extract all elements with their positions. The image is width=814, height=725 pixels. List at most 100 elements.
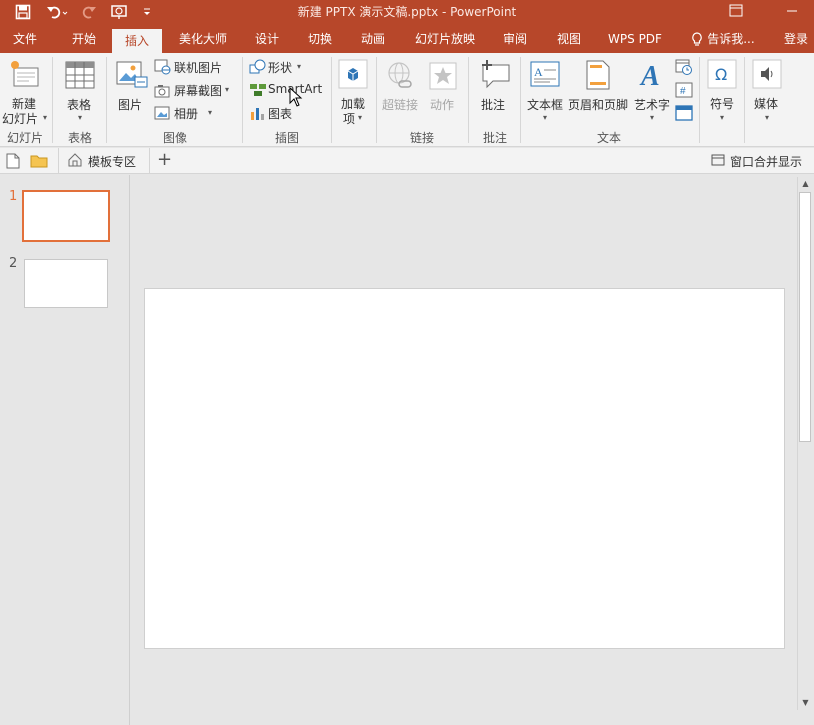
object-button[interactable]	[675, 104, 693, 122]
textbox-caret-icon: ▾	[543, 113, 548, 122]
online-picture-label: 联机图片	[174, 61, 223, 75]
group-separator	[699, 57, 700, 143]
group-label-text: 文本	[596, 131, 621, 145]
date-time-icon	[675, 59, 692, 75]
scroll-thumb[interactable]	[799, 192, 811, 442]
new-slide-icon	[11, 61, 39, 87]
group-separator	[520, 57, 521, 143]
group-label-tables: 表格	[67, 131, 92, 145]
slide-number-icon: #	[675, 82, 693, 98]
template-zone-tab[interactable]: 模板专区	[58, 148, 150, 174]
tab-view[interactable]: 视图	[548, 25, 590, 53]
vertical-scrollbar[interactable]: ▲ ▼	[797, 177, 812, 710]
wordart-button[interactable]: A 艺术字 ▾	[632, 57, 672, 127]
tell-me-search[interactable]: 告诉我...	[688, 25, 758, 53]
tab-slideshow[interactable]: 幻灯片放映	[408, 25, 482, 53]
login-link[interactable]: 登录	[778, 25, 814, 53]
tab-design[interactable]: 设计	[246, 25, 288, 53]
photo-album-icon	[154, 106, 170, 120]
new-slide-label-2: 幻灯片	[2, 112, 39, 126]
tab-insert[interactable]: 插入	[112, 29, 162, 53]
slide-canvas[interactable]	[144, 288, 785, 649]
textbox-button[interactable]: A 文本框 ▾	[525, 57, 567, 127]
header-footer-label: 页眉和页脚	[568, 98, 629, 112]
shapes-label: 形状	[268, 61, 293, 75]
addins-button[interactable]: 加载 项 ▾	[336, 57, 372, 127]
slide-number-2: 2	[9, 256, 18, 271]
minimize-icon[interactable]	[782, 2, 802, 20]
wordart-caret-icon: ▾	[650, 113, 655, 122]
mouse-cursor-icon	[289, 87, 303, 107]
omega-icon: Ω	[707, 59, 737, 89]
slide-thumbnail-pane: 1 2	[0, 175, 130, 725]
smartart-button[interactable]: SmartArt	[249, 81, 327, 101]
new-slide-button[interactable]: 新建 幻灯片 ▾	[2, 57, 47, 127]
scroll-down-icon[interactable]: ▼	[798, 696, 813, 710]
symbol-button[interactable]: Ω 符号 ▾	[704, 57, 740, 127]
ribbon-display-options-icon[interactable]	[726, 2, 746, 20]
chart-icon	[251, 108, 264, 120]
photo-album-label: 相册	[174, 107, 199, 121]
wordart-label: 艺术字	[634, 98, 671, 112]
slide-thumbnail-1[interactable]	[22, 190, 110, 242]
merge-window-button[interactable]: 窗口合并显示	[711, 153, 811, 171]
shapes-caret-icon: ▾	[297, 62, 302, 71]
slide-number-button[interactable]: #	[675, 81, 693, 99]
comment-button[interactable]: 批注	[475, 57, 515, 127]
tab-home[interactable]: 开始	[58, 25, 110, 53]
svg-text:Ω: Ω	[715, 65, 727, 84]
textbox-icon: A	[530, 61, 560, 87]
picture-icon	[116, 61, 148, 88]
hyperlink-button[interactable]: 超链接	[381, 57, 421, 127]
chart-button[interactable]: 图表	[249, 104, 305, 124]
textbox-label: 文本框	[527, 98, 564, 112]
screenshot-button[interactable]: 屏幕截图 ▾	[154, 81, 234, 101]
tab-beautify-master[interactable]: 美化大师	[170, 25, 236, 53]
media-caret-icon: ▾	[765, 113, 770, 122]
date-time-button[interactable]	[675, 58, 693, 76]
document-tab-bar: 模板专区 + 窗口合并显示	[0, 148, 814, 174]
photo-album-button[interactable]: 相册 ▾	[154, 104, 216, 124]
lightbulb-icon	[692, 32, 703, 46]
slide-number-1: 1	[9, 189, 18, 204]
smartart-icon	[250, 84, 266, 96]
action-star-icon	[429, 62, 457, 90]
ribbon-tabs: 文件 开始 插入 美化大师 设计 切换 动画 幻灯片放映 审阅 视图 WPS P…	[0, 25, 814, 53]
title-bar: 新建 PPTX 演示文稿.pptx - PowerPoint	[0, 0, 814, 25]
tell-me-label: 告诉我...	[707, 32, 755, 46]
tab-review[interactable]: 审阅	[494, 25, 536, 53]
tab-transitions[interactable]: 切换	[299, 25, 341, 53]
tab-animations[interactable]: 动画	[352, 25, 394, 53]
media-button[interactable]: 媒体 ▾	[749, 57, 785, 127]
svg-text:A: A	[534, 65, 543, 79]
shapes-icon	[249, 59, 266, 74]
action-button[interactable]: 动作	[427, 57, 459, 127]
shapes-button[interactable]: 形状 ▾	[249, 58, 305, 78]
wordart-icon: A	[639, 61, 660, 90]
group-separator	[52, 57, 53, 143]
table-button[interactable]: 表格 ▾	[60, 57, 102, 127]
hyperlink-label: 超链接	[382, 98, 419, 112]
template-zone-label: 模板专区	[88, 155, 137, 169]
header-footer-button[interactable]: 页眉和页脚	[567, 57, 629, 127]
window-title: 新建 PPTX 演示文稿.pptx - PowerPoint	[297, 5, 517, 19]
comment-label: 批注	[481, 98, 506, 112]
new-document-icon[interactable]	[6, 153, 20, 172]
open-folder-icon[interactable]	[30, 154, 48, 171]
comment-icon	[482, 60, 510, 89]
window-merge-icon	[711, 154, 725, 166]
group-label-images: 图像	[162, 131, 187, 145]
add-tab-icon[interactable]: +	[157, 151, 172, 169]
group-separator	[331, 57, 332, 143]
slide-thumbnail-2[interactable]	[24, 259, 108, 308]
tab-wps-pdf[interactable]: WPS PDF	[602, 25, 668, 53]
table-caret-icon: ▾	[78, 113, 83, 122]
scroll-up-icon[interactable]: ▲	[798, 177, 813, 191]
speaker-icon	[752, 59, 782, 89]
tab-file[interactable]: 文件	[4, 25, 46, 53]
header-footer-icon	[586, 60, 610, 90]
group-label-comments: 批注	[482, 131, 507, 145]
chart-label: 图表	[268, 107, 293, 121]
screenshot-caret-icon: ▾	[225, 85, 230, 94]
picture-button[interactable]: 图片	[112, 57, 152, 127]
